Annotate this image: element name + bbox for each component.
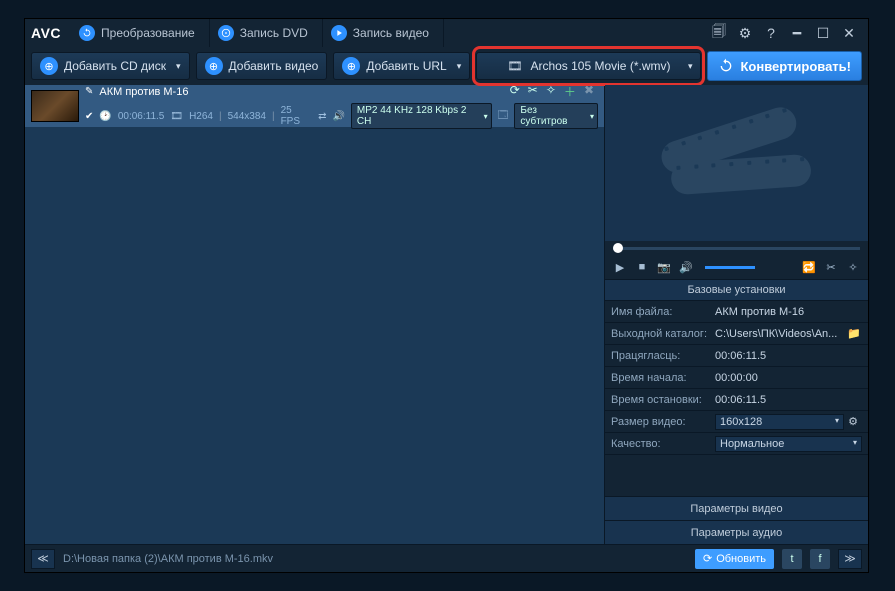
loop-button[interactable]: 🔁 [802,260,816,274]
file-item[interactable]: ✎ АКМ против М-16 ⟳ ✂ ✧ ＋ ✖ ✔ 🕑 0 [25,85,604,127]
film-icon: 🎞 [170,111,183,122]
snapshot-button[interactable]: 📷 [657,260,671,274]
seek-bar[interactable] [605,241,868,255]
file-title: АКМ против М-16 [99,86,188,98]
clock-icon: 🕑 [99,111,111,122]
preview-pane [605,85,868,241]
fps: 25 FPS [281,105,313,127]
reload-icon[interactable]: ⟳ [510,83,520,100]
convert-button[interactable]: Конвертировать! [707,51,862,81]
expand-button[interactable]: ✧ [846,260,860,274]
output-path: C:\Users\ПК\Videos\An... [715,328,846,340]
volume-icon[interactable]: 🔊 [679,260,693,274]
twitter-icon[interactable]: t [782,549,802,569]
stop-time-value: 00:06:11.5 [715,394,862,406]
gear-icon[interactable]: ⚙ [736,24,754,42]
codec: H264 [189,111,213,122]
speaker-icon: 🔊 [332,111,344,122]
thumbnail [31,90,79,122]
stop-button[interactable]: ■ [635,260,649,274]
link-icon[interactable]: ⇄ [318,111,326,122]
play-icon [331,25,347,41]
tab-dvd[interactable]: Запись DVD [210,19,323,47]
check-icon[interactable]: ✔ [85,111,93,122]
audio-params-button[interactable]: Параметры аудио [605,520,868,544]
start-time-value: 00:00:00 [715,372,862,384]
close-icon[interactable]: ✕ [840,24,858,42]
disc-icon [218,25,234,41]
film-icon: 🎞 [507,59,522,73]
refresh-icon: ⟳ [703,552,712,565]
crop-icon[interactable]: ✧ [546,83,556,100]
refresh-icon [79,25,95,41]
help-icon[interactable]: ? [762,24,780,42]
chevron-down-icon: ▾ [457,61,462,72]
quality-select[interactable]: Нормальное [715,436,862,452]
tab-record[interactable]: Запись видео [323,19,444,47]
subtitle-icon: 🗔 [498,108,509,125]
subtitle-select[interactable]: Без субтитров [514,103,598,129]
remove-icon[interactable]: ✖ [584,83,594,100]
list-icon[interactable]: 🗐 [710,24,728,42]
add-url-button[interactable]: ⊕ Добавить URL ▾ [333,52,470,80]
settings-heading: Базовые установки [605,279,868,301]
duration-value: 00:06:11.5 [715,350,862,362]
facebook-icon[interactable]: f [810,549,830,569]
minimize-icon[interactable]: ━ [788,24,806,42]
file-list-empty-area [25,127,604,544]
globe-plus-icon: ⊕ [342,57,360,75]
update-button[interactable]: ⟳Обновить [695,549,774,569]
video-params-button[interactable]: Параметры видео [605,496,868,520]
scissors-icon[interactable]: ✂ [528,83,538,100]
tab-label: Запись DVD [240,26,308,40]
folder-icon[interactable]: 📁 [846,327,862,340]
film-plus-icon: ⊕ [205,57,223,75]
tab-label: Запись видео [353,26,429,40]
duration: 00:06:11.5 [118,111,165,122]
cut-button[interactable]: ✂ [824,260,838,274]
gear-icon[interactable]: ⚙ [844,415,862,428]
prev-button[interactable]: ≪ [31,549,55,569]
play-button[interactable]: ▶ [613,260,627,274]
chevron-down-icon: ▾ [176,61,181,72]
pencil-icon[interactable]: ✎ [85,86,93,97]
refresh-icon [718,58,734,74]
next-button[interactable]: ≫ [838,549,862,569]
tab-label: Преобразование [101,26,195,40]
film-reel-icon [649,100,824,226]
volume-slider[interactable] [705,266,755,269]
tab-convert[interactable]: Преобразование [71,19,210,47]
audio-select[interactable]: MP2 44 KHz 128 Kbps 2 CH [351,103,492,129]
video-size-select[interactable]: 160x128 [715,414,844,430]
status-path: D:\Новая папка (2)\АКМ против М-16.mkv [63,553,273,565]
profile-select[interactable]: 🎞 Archos 105 Movie (*.wmv) ▾ [476,52,701,80]
dimensions: 544x384 [228,111,266,122]
plus-icon[interactable]: ＋ [564,83,576,100]
maximize-icon[interactable]: ☐ [814,24,832,42]
chevron-down-icon: ▾ [688,61,693,72]
app-logo: AVC [31,25,61,41]
filename-value[interactable]: АКМ против М-16 [715,306,862,318]
add-cd-button[interactable]: ⊕ Добавить CD диск ▾ [31,52,190,80]
disc-plus-icon: ⊕ [40,57,58,75]
add-video-button[interactable]: ⊕ Добавить видео [196,52,328,80]
